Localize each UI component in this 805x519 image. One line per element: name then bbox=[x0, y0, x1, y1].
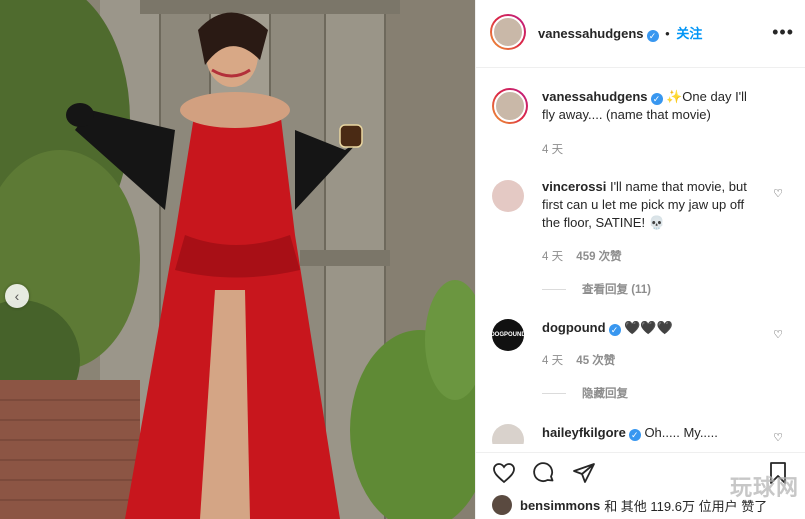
replies-label: 隐藏回复 bbox=[582, 388, 628, 400]
heart-icon[interactable]: ♡ bbox=[773, 328, 783, 341]
follow-button[interactable]: 关注 bbox=[676, 26, 702, 41]
share-icon[interactable] bbox=[572, 461, 596, 490]
author-username[interactable]: vanessahudgens bbox=[538, 26, 644, 41]
comment-meta: 4 天 459 次赞 bbox=[542, 248, 622, 264]
verified-badge-icon: ✓ bbox=[628, 429, 641, 441]
liker-username[interactable]: bensimmons bbox=[520, 498, 600, 513]
commenter-avatar[interactable] bbox=[492, 180, 524, 212]
caption-username[interactable]: vanessahudgens bbox=[542, 89, 648, 104]
heart-icon[interactable]: ♡ bbox=[773, 431, 783, 444]
commenter-avatar[interactable] bbox=[492, 424, 524, 444]
comment-icon[interactable] bbox=[532, 461, 556, 490]
chevron-left-icon: ‹ bbox=[14, 288, 20, 304]
hide-replies-button[interactable]: 隐藏回复 bbox=[542, 385, 628, 401]
comment-text-row: vincerossi I'll name that movie, but fir… bbox=[542, 178, 752, 232]
verified-badge-icon: ✓ bbox=[608, 324, 621, 336]
comment-time: 4 天 bbox=[542, 355, 564, 367]
comment-time: 4 天 bbox=[542, 251, 564, 263]
post-photo[interactable]: ‹ bbox=[0, 0, 475, 519]
post-detail-panel: vanessahudgens ✓ • 关注 ••• vanessahudgens ✓… bbox=[475, 0, 805, 519]
replies-divider bbox=[542, 289, 566, 291]
comment-likes[interactable]: 459 次赞 bbox=[576, 251, 621, 263]
caption-avatar[interactable] bbox=[492, 88, 528, 124]
caption-text-row: vanessahudgens ✓ ✨One day I'll fly away..… bbox=[542, 88, 757, 124]
replies-divider bbox=[542, 393, 566, 395]
liker-avatar[interactable] bbox=[492, 495, 512, 515]
heart-icon[interactable]: ♡ bbox=[773, 187, 783, 200]
comment-username[interactable]: haileyfkilgore bbox=[542, 425, 626, 440]
photo-illustration bbox=[0, 0, 475, 519]
comment-text: 🖤🖤🖤 bbox=[624, 320, 673, 335]
comment-item: haileyfkilgore ✓ Oh..... My..... bbox=[492, 424, 792, 444]
carousel-prev-button[interactable]: ‹ bbox=[5, 284, 29, 308]
comment-likes[interactable]: 45 次赞 bbox=[576, 355, 615, 367]
author-row: vanessahudgens ✓ • 关注 bbox=[538, 23, 702, 42]
author-avatar[interactable] bbox=[490, 14, 526, 50]
caption-time: 4 天 bbox=[542, 144, 564, 156]
verified-badge-icon: ✓ bbox=[646, 30, 659, 42]
more-options-icon[interactable]: ••• bbox=[772, 22, 794, 43]
dogpound-logo: DOGPOUND bbox=[492, 319, 524, 351]
comment-text: Oh..... My..... bbox=[644, 425, 718, 440]
comment-username[interactable]: dogpound bbox=[542, 320, 606, 335]
likes-summary[interactable]: bensimmons 和 其他 119.6万 位用户 赞了 bbox=[492, 495, 767, 515]
replies-label: 查看回复 (11) bbox=[582, 284, 652, 296]
comment-meta: 4 天 45 次赞 bbox=[542, 352, 615, 368]
dot-separator: • bbox=[665, 26, 670, 41]
comment-username[interactable]: vincerossi bbox=[542, 179, 606, 194]
verified-badge-icon: ✓ bbox=[650, 93, 663, 105]
watermark-logo: 玩球网 bbox=[729, 475, 799, 500]
comment-text-row: haileyfkilgore ✓ Oh..... My..... bbox=[542, 424, 757, 442]
view-replies-button[interactable]: 查看回复 (11) bbox=[542, 281, 651, 297]
commenter-avatar[interactable]: DOGPOUND bbox=[492, 319, 524, 351]
comment-text-row: dogpound ✓ 🖤🖤🖤 bbox=[542, 319, 757, 337]
post-header: vanessahudgens ✓ • 关注 ••• bbox=[476, 0, 805, 68]
heart-icon[interactable] bbox=[492, 461, 516, 490]
